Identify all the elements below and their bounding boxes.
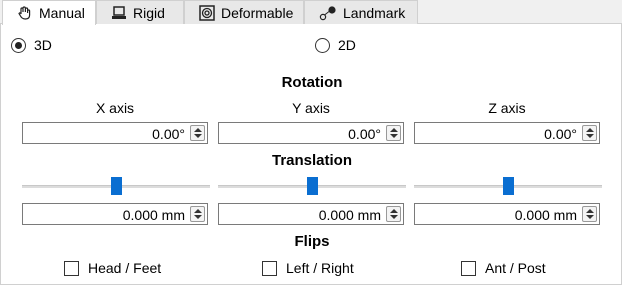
- spin-up-icon[interactable]: [390, 209, 398, 213]
- landmark-icon: [319, 5, 336, 20]
- spin-down-icon[interactable]: [194, 215, 202, 219]
- spin-down-icon[interactable]: [586, 134, 594, 138]
- spin-up-icon[interactable]: [586, 209, 594, 213]
- translation-z-value: 0.000 mm: [514, 207, 577, 223]
- spin-up-icon[interactable]: [390, 128, 398, 132]
- checkbox[interactable]: [64, 260, 79, 276]
- spin-arrows[interactable]: [582, 125, 597, 141]
- spin-arrows[interactable]: [386, 206, 401, 222]
- tab-deformable[interactable]: Deformable: [184, 0, 304, 24]
- flip-ant-post[interactable]: Ant / Post: [461, 260, 546, 276]
- translation-title: Translation: [271, 152, 353, 169]
- monitor-icon: [112, 5, 126, 19]
- slider-handle[interactable]: [503, 177, 514, 195]
- translation-x-slider[interactable]: [22, 177, 210, 195]
- radio-2d[interactable]: 2D: [315, 37, 356, 53]
- rotation-z-value: 0.00°: [544, 126, 577, 142]
- radio-3d[interactable]: 3D: [11, 37, 52, 53]
- spin-up-icon[interactable]: [194, 128, 202, 132]
- rotation-x-value: 0.00°: [152, 126, 185, 142]
- translation-x-value: 0.000 mm: [122, 207, 185, 223]
- flip-left-right-label: Left / Right: [286, 260, 354, 276]
- spin-up-icon[interactable]: [194, 209, 202, 213]
- spin-arrows[interactable]: [582, 206, 597, 222]
- spin-arrows[interactable]: [190, 206, 205, 222]
- rotation-y-spinbox[interactable]: 0.00°: [218, 122, 404, 144]
- radio-3d-label: 3D: [34, 37, 52, 53]
- translation-z-slider[interactable]: [414, 177, 602, 195]
- radio-selected-dot: [15, 41, 22, 49]
- radio-button[interactable]: [11, 37, 26, 53]
- spin-arrows[interactable]: [190, 125, 205, 141]
- spin-down-icon[interactable]: [586, 215, 594, 219]
- tab-rigid[interactable]: Rigid: [96, 0, 184, 24]
- checkbox[interactable]: [262, 260, 277, 276]
- translation-y-spinbox[interactable]: 0.000 mm: [218, 203, 404, 225]
- spin-up-icon[interactable]: [586, 128, 594, 132]
- radio-2d-label: 2D: [338, 37, 356, 53]
- translation-y-value: 0.000 mm: [318, 207, 381, 223]
- hand-icon: [18, 6, 31, 20]
- checkbox[interactable]: [461, 260, 476, 276]
- flips-title: Flips: [294, 233, 330, 250]
- spin-down-icon[interactable]: [390, 215, 398, 219]
- slider-handle[interactable]: [307, 177, 318, 195]
- rotation-y-value: 0.00°: [348, 126, 381, 142]
- spin-arrows[interactable]: [386, 125, 401, 141]
- radio-button[interactable]: [315, 37, 330, 53]
- translation-y-slider[interactable]: [218, 177, 406, 195]
- tab-label: Rigid: [133, 4, 165, 21]
- tab-landmark[interactable]: Landmark: [304, 0, 418, 24]
- rotation-x-spinbox[interactable]: 0.00°: [22, 122, 208, 144]
- flip-head-feet[interactable]: Head / Feet: [64, 260, 161, 276]
- tab-label: Landmark: [343, 4, 406, 21]
- rotation-title: Rotation: [281, 74, 343, 91]
- y-axis-label: Y axis: [292, 100, 330, 116]
- tab-label: Manual: [39, 5, 85, 21]
- tab-manual[interactable]: Manual: [2, 0, 96, 25]
- translation-x-spinbox[interactable]: 0.000 mm: [22, 203, 208, 225]
- slider-handle[interactable]: [111, 177, 122, 195]
- z-axis-label: Z axis: [488, 100, 526, 116]
- rotation-z-spinbox[interactable]: 0.00°: [414, 122, 600, 144]
- x-axis-label: X axis: [95, 100, 135, 116]
- manual-panel: 3D 2D Rotation X axis Y axis Z axis 0.00…: [0, 24, 622, 285]
- flip-ant-post-label: Ant / Post: [485, 260, 546, 276]
- flip-left-right[interactable]: Left / Right: [262, 260, 354, 276]
- deformable-icon: [199, 4, 215, 21]
- tab-label: Deformable: [221, 4, 294, 21]
- translation-z-spinbox[interactable]: 0.000 mm: [414, 203, 600, 225]
- spin-down-icon[interactable]: [390, 134, 398, 138]
- tab-bar: Manual Rigid Deformable Landmark: [0, 0, 622, 25]
- spin-down-icon[interactable]: [194, 134, 202, 138]
- flip-head-feet-label: Head / Feet: [88, 260, 162, 276]
